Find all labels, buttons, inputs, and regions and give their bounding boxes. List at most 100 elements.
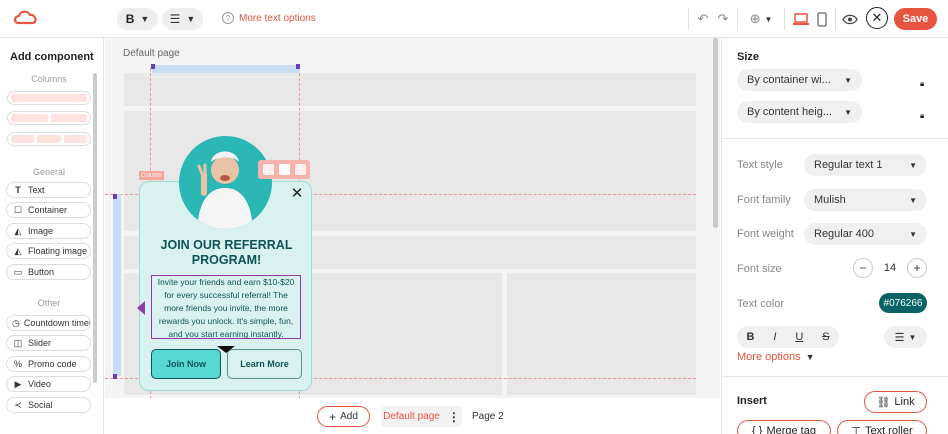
merge-tag-label: Merge tag: [766, 425, 816, 434]
body-line: more friends you invite, the more: [164, 303, 288, 313]
section-columns-label: Columns: [31, 74, 67, 84]
font-weight-select[interactable]: Regular 400 ▼: [804, 223, 927, 245]
plus-icon: +: [329, 409, 337, 424]
component-label: Slider: [28, 338, 52, 348]
button-icon: ▭: [13, 266, 23, 277]
link-icon: ⛓︎: [876, 396, 891, 409]
text-color-swatch[interactable]: #076266: [879, 293, 927, 313]
column-layout-3[interactable]: [7, 132, 91, 146]
image-icon: ◭: [14, 225, 22, 236]
align-right-icon[interactable]: [294, 164, 306, 175]
save-button[interactable]: Save: [894, 8, 937, 30]
selection-corner: [151, 64, 155, 69]
canvas-scrollbar[interactable]: [713, 38, 718, 228]
page-tab-default[interactable]: Default page ⋮: [381, 406, 462, 427]
insert-text-roller-button[interactable]: ⊤ Text roller: [837, 420, 927, 434]
resize-arrow-icon[interactable]: [137, 301, 145, 315]
page-label: Default page: [123, 48, 180, 59]
share-icon: ≺: [14, 399, 22, 410]
component-button[interactable]: ▭ Button: [6, 264, 91, 280]
component-promo-code[interactable]: % Promo code: [6, 356, 91, 372]
avatar[interactable]: [179, 136, 272, 229]
add-component-panel: Add component Columns General T Text ☐ Con…: [0, 38, 104, 434]
component-floating-image[interactable]: ◭ Floating image: [6, 243, 91, 259]
more-options-link[interactable]: More options ▼: [737, 351, 815, 363]
align-icon: ☰: [894, 331, 905, 344]
close-icon[interactable]: ✕: [289, 186, 305, 202]
popup-body-text[interactable]: Invite your friends and earn $10-$20 for…: [151, 275, 301, 339]
component-text[interactable]: T Text: [6, 182, 91, 198]
font-size-value[interactable]: 14: [884, 262, 896, 274]
title-line: JOIN OUR REFERRAL: [160, 238, 293, 252]
align-center-icon[interactable]: [278, 164, 290, 175]
lock-icon[interactable]: 🔒︎: [920, 79, 928, 88]
editor-canvas[interactable]: Default page Column ✕ JOIN OUR REFERRAL …: [105, 38, 720, 434]
align-left-icon[interactable]: [262, 164, 274, 175]
popup-title[interactable]: JOIN OUR REFERRAL PROGRAM!: [140, 238, 313, 268]
minus-icon[interactable]: −: [853, 258, 873, 278]
mobile-view-icon[interactable]: [813, 10, 831, 28]
join-now-button[interactable]: Join Now: [151, 349, 221, 379]
component-label: Text: [28, 185, 45, 195]
page-tab-2[interactable]: Page 2: [472, 411, 504, 422]
lock-icon[interactable]: 🔒︎: [920, 111, 928, 120]
learn-more-button[interactable]: Learn More: [227, 349, 302, 379]
component-image[interactable]: ◭ Image: [6, 223, 91, 239]
component-social[interactable]: ≺ Social: [6, 397, 91, 413]
component-slider[interactable]: ◫ Slider: [6, 335, 91, 351]
text-style-select[interactable]: Regular text 1 ▼: [804, 154, 927, 176]
chevron-down-icon: ▼: [140, 14, 150, 24]
body-line: Invite your friends and earn $10-$20: [157, 277, 295, 287]
desktop-view-icon[interactable]: [792, 10, 810, 28]
left-panel-scrollbar[interactable]: [93, 73, 97, 383]
component-label: Social: [28, 400, 53, 410]
column-layout-2[interactable]: [7, 111, 91, 125]
font-family-value: Mulish: [814, 194, 846, 206]
chevron-down-icon: ▼: [908, 332, 917, 342]
placeholder-section[interactable]: [124, 73, 696, 106]
italic-button[interactable]: I: [773, 331, 776, 343]
text-color-label: Text color: [737, 298, 785, 310]
plus-icon[interactable]: +: [907, 258, 927, 278]
more-vertical-icon[interactable]: ⋮: [448, 410, 460, 424]
drag-handle-icon[interactable]: [217, 346, 235, 353]
insert-link-button[interactable]: ⛓︎ Link: [864, 391, 927, 413]
font-size-stepper[interactable]: − 14 +: [853, 258, 927, 278]
component-container[interactable]: ☐ Container: [6, 202, 91, 218]
component-label: Countdown timer: [23, 318, 91, 328]
section-general-label: General: [32, 167, 66, 177]
more-text-options-link[interactable]: ? More text options: [222, 12, 316, 24]
selection-corner: [113, 374, 117, 379]
align-dropdown[interactable]: ☰ ▼: [162, 8, 203, 30]
close-icon[interactable]: ✕: [866, 7, 888, 29]
component-video[interactable]: ▶ Video: [6, 376, 91, 392]
strikethrough-button[interactable]: S: [822, 331, 829, 343]
underline-button[interactable]: U: [795, 331, 803, 343]
chevron-down-icon: ▼: [909, 195, 917, 205]
text-align-select[interactable]: ☰ ▼: [884, 326, 927, 348]
alignment-floating-toolbar[interactable]: [258, 160, 310, 179]
preview-eye-icon[interactable]: [841, 10, 859, 28]
properties-panel: Size By container wi... ▼ 🔒︎ By content …: [721, 38, 948, 434]
redo-icon[interactable]: ↷: [714, 10, 732, 28]
bold-dropdown[interactable]: B ▼: [117, 8, 158, 30]
placeholder-section[interactable]: [507, 273, 696, 395]
component-countdown-timer[interactable]: ◷ Countdown timer: [6, 315, 91, 331]
add-page-button[interactable]: + Add: [317, 406, 370, 427]
selection-handle-left[interactable]: [113, 194, 121, 376]
component-label: Container: [28, 205, 68, 215]
height-select[interactable]: By content heig... ▼: [737, 101, 862, 123]
divider: [737, 8, 738, 30]
width-select[interactable]: By container wi... ▼: [737, 69, 862, 91]
text-style-value: Regular text 1: [814, 159, 883, 171]
language-dropdown[interactable]: ⊕ ▼: [744, 10, 778, 28]
font-family-select[interactable]: Mulish ▼: [804, 189, 927, 211]
chevron-down-icon: ▼: [844, 75, 852, 85]
selection-handle-top[interactable]: [152, 65, 300, 73]
column-layout-1[interactable]: [7, 91, 91, 105]
undo-icon[interactable]: ↶: [694, 10, 712, 28]
component-label: Image: [28, 226, 54, 236]
bold-button[interactable]: B: [746, 331, 754, 343]
insert-merge-tag-button[interactable]: { } Merge tag: [737, 420, 831, 434]
clock-icon: ◷: [12, 317, 20, 328]
